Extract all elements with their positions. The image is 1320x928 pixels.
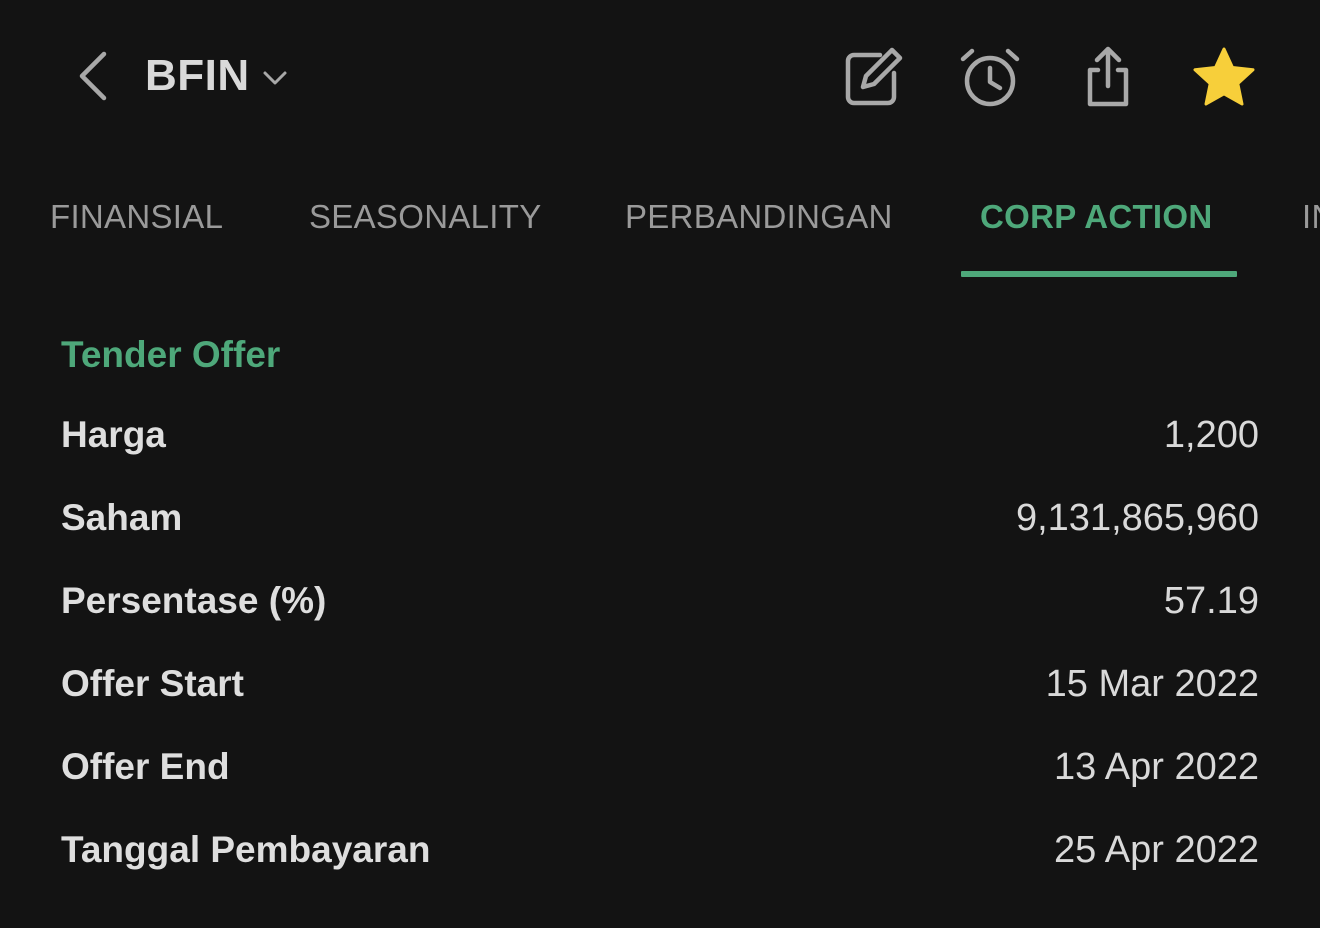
row-value: 1,200 (1163, 413, 1259, 456)
row-label: Offer End (61, 746, 230, 787)
row-value: 9,131,865,960 (1015, 496, 1259, 539)
detail-row-saham: Saham 9,131,865,960 (61, 493, 1259, 543)
ticker-symbol: BFIN (145, 51, 250, 100)
row-label: Saham (61, 497, 183, 538)
detail-row-harga: Harga 1,200 (61, 410, 1259, 460)
edit-note-button[interactable] (837, 42, 907, 112)
tab-corp-action[interactable]: CORP ACTION (980, 198, 1212, 236)
row-value: 25 Apr 2022 (1054, 828, 1259, 871)
tab-partial-next[interactable]: IN (1302, 198, 1320, 236)
row-label: Persentase (%) (61, 580, 327, 621)
back-button[interactable] (68, 46, 118, 106)
row-label: Offer Start (61, 663, 244, 704)
watchlist-star-button[interactable] (1189, 42, 1259, 112)
row-label: Harga (61, 414, 166, 455)
row-label: Tanggal Pembayaran (61, 829, 431, 870)
top-bar: BFIN (0, 0, 1320, 150)
tab-perbandingan[interactable]: PERBANDINGAN (625, 198, 893, 236)
share-button[interactable] (1073, 42, 1143, 112)
edit-note-icon (845, 47, 903, 106)
row-value: 57.19 (1163, 579, 1259, 622)
detail-row-offer-start: Offer Start 15 Mar 2022 (61, 659, 1259, 709)
alarm-icon (960, 48, 1020, 107)
row-value: 13 Apr 2022 (1054, 745, 1259, 788)
active-tab-indicator (961, 271, 1237, 277)
tab-seasonality[interactable]: SEASONALITY (309, 198, 542, 236)
chevron-left-icon (79, 51, 107, 101)
detail-row-offer-end: Offer End 13 Apr 2022 (61, 742, 1259, 792)
section-title: Tender Offer (61, 334, 281, 375)
share-icon (1087, 46, 1129, 107)
star-icon (1193, 47, 1255, 106)
tab-bar: FINANSIAL SEASONALITY PERBANDINGAN CORP … (0, 180, 1320, 280)
row-value: 15 Mar 2022 (1045, 662, 1259, 705)
detail-row-tanggal-pembayaran: Tanggal Pembayaran 25 Apr 2022 (61, 825, 1259, 875)
detail-row-persentase: Persentase (%) 57.19 (61, 576, 1259, 626)
price-alert-button[interactable] (955, 42, 1025, 112)
tab-finansial[interactable]: FINANSIAL (50, 198, 223, 236)
ticker-selector[interactable]: BFIN (145, 46, 288, 106)
chevron-down-icon (262, 70, 288, 86)
